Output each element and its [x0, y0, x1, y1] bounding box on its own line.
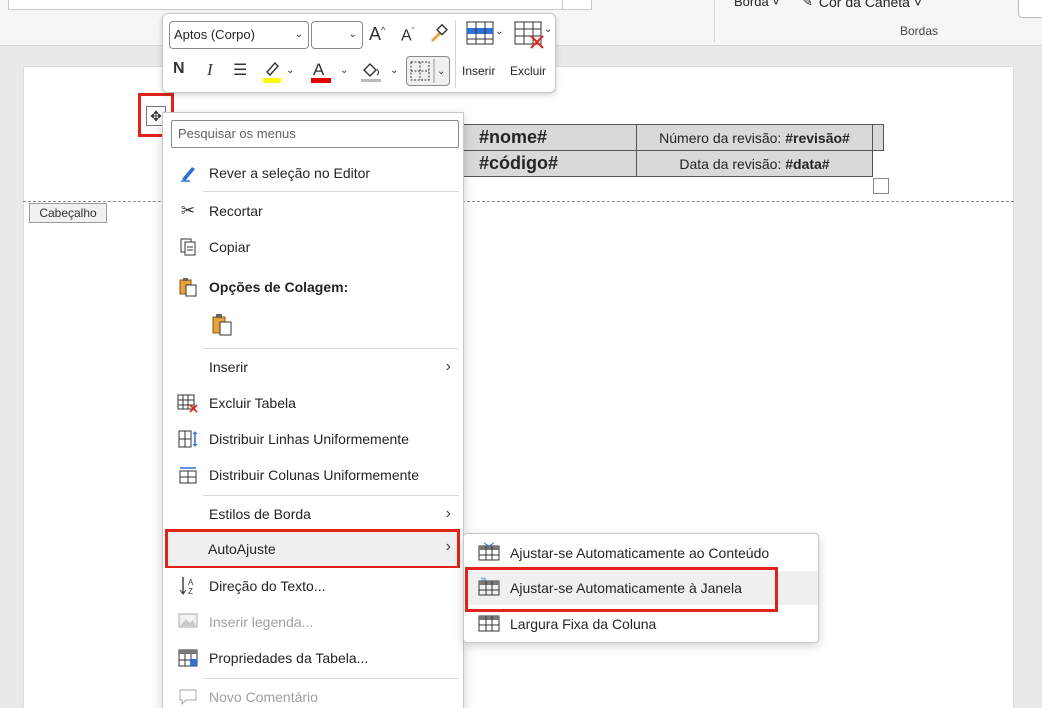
document-table[interactable]: #nome# Número da revisão: #revisão# #cód… [462, 124, 884, 177]
format-painter-icon[interactable] [427, 23, 449, 50]
menu-item-distribute-columns[interactable]: Distribuir Colunas Uniformemente [163, 457, 463, 493]
ribbon-button[interactable] [1018, 0, 1042, 18]
paste-keep-icon [211, 314, 233, 336]
menu-item-editor[interactable]: Rever a seleção no Editor [163, 155, 463, 191]
bold-button[interactable]: N [173, 60, 185, 78]
submenu-item-fixed-column-width[interactable]: Largura Fixa da Coluna [464, 607, 818, 641]
svg-text:⌄: ⌄ [495, 26, 503, 37]
submenu-highlight [465, 567, 778, 612]
ribbon-dropdown[interactable] [562, 0, 592, 10]
table-properties-icon [177, 647, 199, 669]
menu-item-insert[interactable]: Inserir › [163, 349, 463, 385]
shading-button[interactable]: ⌄ [359, 58, 401, 89]
context-menu-lower: AZ Direção do Texto... Inserir legenda..… [162, 568, 464, 708]
caption-icon [177, 611, 199, 633]
chevron-down-icon: ⌄ [348, 29, 357, 40]
menu-item-delete-table[interactable]: Excluir Tabela [163, 385, 463, 421]
table-resize-handle[interactable] [873, 178, 889, 194]
bordas-group-label: Bordas [900, 24, 939, 38]
table-cell-end [872, 150, 884, 177]
svg-text:A: A [313, 60, 325, 79]
menu-item-autofit[interactable]: AutoAjuste › [165, 529, 460, 569]
ribbon-separator [714, 0, 715, 42]
borders-button[interactable]: ⌄ [406, 56, 450, 86]
menu-item-copy[interactable]: Copiar [163, 229, 463, 265]
menu-item-border-styles[interactable]: Estilos de Borda › [163, 496, 463, 532]
menu-item-insert-caption: Inserir legenda... [163, 604, 463, 640]
borda-button[interactable]: Borda ˅ [734, 0, 780, 9]
paste-keep-format-button[interactable] [203, 307, 263, 343]
table-cell-code[interactable]: #código# [462, 150, 637, 177]
autofit-label: AutoAjuste [208, 541, 276, 557]
insert-label: Inserir [462, 64, 496, 78]
highlight-button[interactable]: ⌄ [261, 58, 295, 89]
grow-font-button[interactable]: A^ [369, 24, 385, 45]
svg-text:⌄: ⌄ [286, 65, 294, 76]
fixed-width-icon [478, 613, 500, 635]
chevron-down-icon: ⌄ [294, 29, 303, 40]
insert-table-button[interactable]: ⌄ [465, 20, 503, 52]
scissors-icon: ✂ [180, 201, 196, 220]
comment-icon [177, 686, 199, 708]
shrink-font-button[interactable]: Aˇ [401, 26, 415, 45]
font-value: Aptos (Corpo) [174, 27, 255, 42]
menu-separator [203, 191, 459, 192]
italic-button[interactable]: I [207, 60, 213, 80]
table-cell-end [872, 124, 884, 151]
delete-table-icon [177, 392, 199, 414]
svg-text:Z: Z [188, 587, 193, 596]
svg-text:⌄: ⌄ [390, 65, 398, 76]
table-row: #código# Data da revisão: #data# [462, 150, 884, 177]
revision-value: #revisão# [785, 129, 850, 146]
menu-item-new-comment: Novo Comentário [163, 679, 463, 708]
svg-text:A: A [188, 578, 194, 587]
chevron-right-icon: › [445, 358, 451, 375]
menu-item-paste-options: Opções de Colagem: [163, 269, 463, 305]
revision-label: Número da revisão: [659, 129, 786, 146]
pen-color-label: Cor da Caneta ˅ [818, 0, 923, 10]
font-size-select[interactable]: ⌄ [311, 21, 363, 49]
font-color-button[interactable]: A ⌄ [310, 58, 350, 89]
menu-item-table-properties[interactable]: Propriedades da Tabela... [163, 640, 463, 676]
mini-toolbar: Aptos (Corpo) ⌄ ⌄ A^ Aˇ N I ☰ ⌄ A ⌄ ⌄ ⌄ ⌄… [162, 13, 556, 93]
editor-pen-icon [177, 162, 199, 184]
delete-label: Excluir [510, 64, 547, 78]
table-cell-date[interactable]: Data da revisão: #data# [636, 150, 873, 177]
delete-table-button[interactable]: ⌄ [513, 20, 552, 52]
table-row: #nome# Número da revisão: #revisão# [462, 124, 884, 151]
autofit-contents-icon [478, 542, 500, 564]
menu-item-text-direction[interactable]: AZ Direção do Texto... [163, 568, 463, 604]
menu-item-distribute-rows[interactable]: Distribuir Linhas Uniformemente [163, 421, 463, 457]
svg-text:⌄: ⌄ [340, 65, 348, 76]
move-icon: ✥ [150, 107, 162, 124]
search-menu-input[interactable]: Pesquisar os menus [171, 120, 459, 148]
header-tag: Cabeçalho [29, 203, 107, 223]
align-center-icon[interactable]: ☰ [233, 60, 247, 80]
svg-text:⌄: ⌄ [544, 24, 552, 35]
table-cell-name[interactable]: #nome# [462, 124, 637, 151]
chevron-right-icon: › [445, 505, 451, 522]
distribute-rows-icon [177, 428, 199, 450]
chevron-right-icon: › [445, 538, 451, 555]
date-value: #data# [785, 155, 830, 172]
text-direction-icon: AZ [177, 575, 199, 597]
font-select[interactable]: Aptos (Corpo) ⌄ [169, 21, 309, 49]
date-label: Data da revisão: [679, 155, 786, 172]
copy-icon [177, 236, 199, 258]
menu-item-cut[interactable]: ✂ Recortar [163, 193, 463, 229]
toolbar-separator [455, 20, 456, 88]
paste-icon [177, 276, 199, 298]
ribbon-input[interactable] [8, 0, 592, 10]
table-cell-revision[interactable]: Número da revisão: #revisão# [636, 124, 873, 151]
svg-text:⌄: ⌄ [437, 66, 445, 77]
pen-color-button[interactable]: ✎ Cor da Caneta ˅ [802, 0, 922, 10]
pen-icon: ✎ [802, 0, 813, 9]
submenu-item-autofit-contents[interactable]: Ajustar-se Automaticamente ao Conteúdo [464, 536, 818, 570]
distribute-columns-icon [177, 464, 199, 486]
